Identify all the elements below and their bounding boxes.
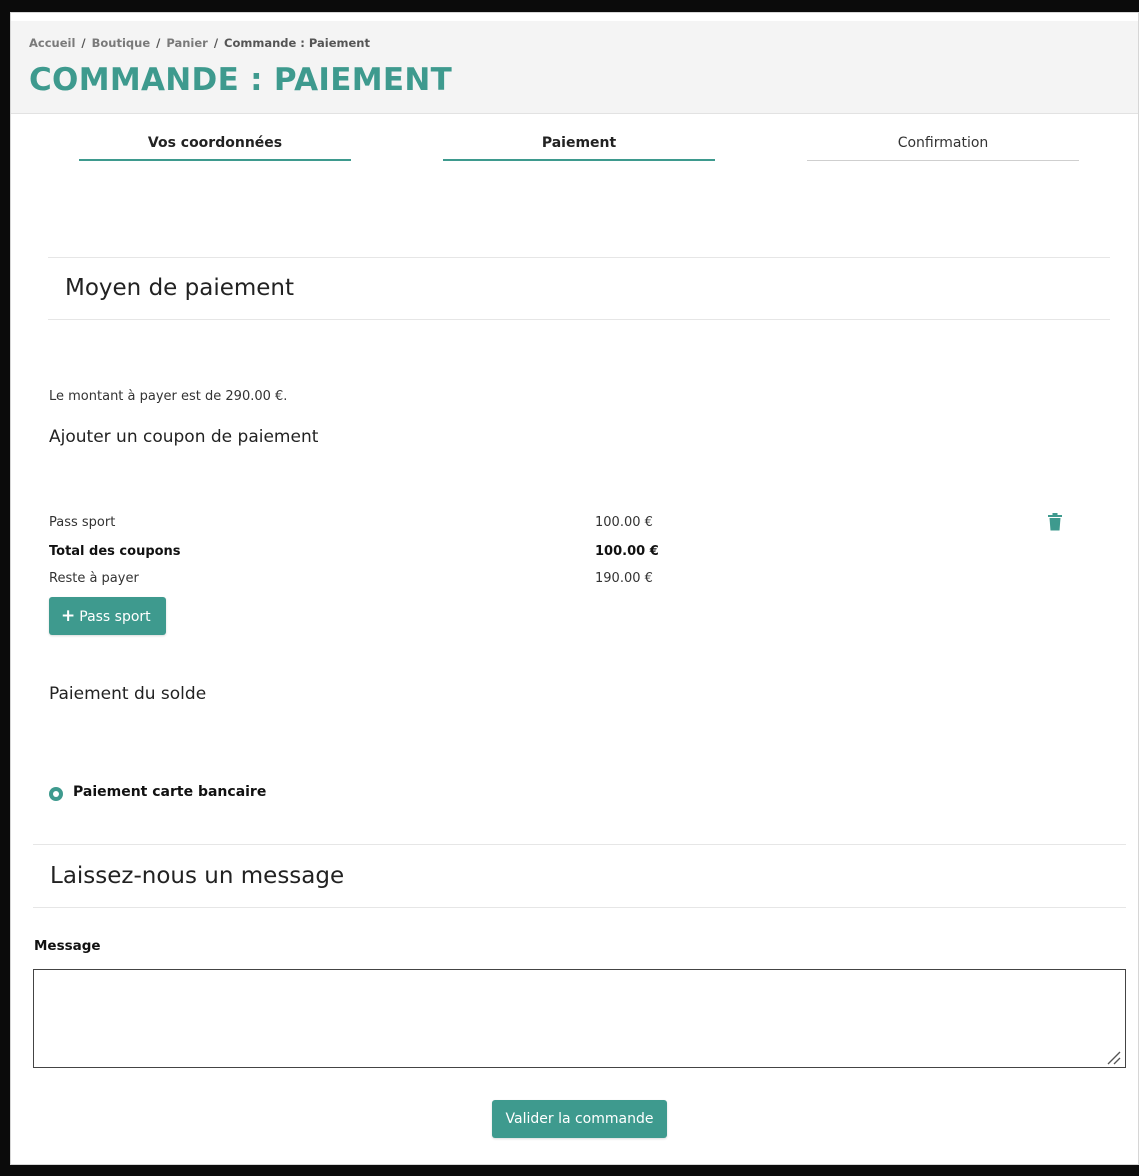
- balance-payment-title: Paiement du solde: [49, 684, 207, 704]
- resize-grip-icon[interactable]: [1105, 1049, 1121, 1065]
- message-textarea[interactable]: [33, 969, 1126, 1068]
- card-payment-radio[interactable]: [49, 787, 63, 801]
- divider: [33, 844, 1126, 845]
- remaining-label: Reste à payer: [49, 571, 139, 586]
- breadcrumb-cart[interactable]: Panier: [166, 36, 207, 50]
- page-header: Accueil / Boutique / Panier / Commande : Paiem…: [11, 21, 1138, 114]
- coupon-amount: 100.00 €: [595, 515, 653, 530]
- page-frame: Accueil / Boutique / Panier / Commande : Paiem…: [10, 12, 1139, 1165]
- breadcrumb-separator: /: [81, 36, 86, 50]
- card-payment-label[interactable]: Paiement carte bancaire: [73, 784, 266, 800]
- validate-order-button[interactable]: Valider la commande: [492, 1100, 667, 1138]
- remaining-amount: 190.00 €: [595, 571, 653, 586]
- divider: [33, 907, 1126, 908]
- breadcrumb-separator: /: [213, 36, 219, 50]
- page-title: COMMANDE : PAIEMENT: [29, 62, 453, 98]
- breadcrumb-current: Commande : Paiement: [224, 36, 370, 50]
- add-pass-sport-button[interactable]: + Pass sport: [49, 597, 166, 635]
- plus-icon: +: [61, 606, 76, 626]
- message-field-label: Message: [34, 938, 101, 954]
- divider: [48, 319, 1110, 320]
- step-payment: Paiement: [443, 135, 715, 161]
- coupon-total-amount: 100.00 €: [595, 544, 659, 559]
- breadcrumb-home[interactable]: Accueil: [29, 36, 75, 50]
- coupon-name: Pass sport: [49, 515, 116, 530]
- message-section-title: Laissez-nous un message: [50, 863, 345, 889]
- trash-icon[interactable]: [1047, 513, 1063, 531]
- checkout-steps: Vos coordonnées Paiement Confirmation: [11, 113, 1138, 173]
- step-confirmation: Confirmation: [807, 135, 1079, 161]
- divider: [48, 257, 1110, 258]
- add-pass-sport-label: Pass sport: [79, 609, 151, 625]
- step-contact-details[interactable]: Vos coordonnées: [79, 135, 351, 161]
- coupon-section-title: Ajouter un coupon de paiement: [49, 427, 319, 447]
- payment-method-title: Moyen de paiement: [65, 275, 295, 301]
- breadcrumb-separator: /: [156, 36, 161, 50]
- coupon-total-label: Total des coupons: [49, 544, 181, 559]
- breadcrumb: Accueil / Boutique / Panier / Commande : Paiem…: [29, 36, 370, 50]
- breadcrumb-shop[interactable]: Boutique: [92, 36, 151, 50]
- amount-due-text: Le montant à payer est de 290.00 €.: [49, 389, 288, 404]
